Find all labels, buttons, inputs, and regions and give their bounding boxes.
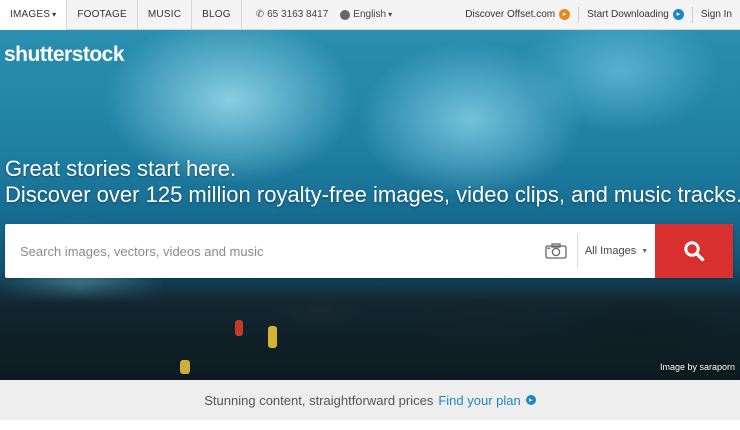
image-credit: Image by saraporn — [659, 362, 735, 372]
discover-offset-link[interactable]: Discover Offset.com ▸ — [457, 7, 578, 23]
search-type-select[interactable]: All Images ▼ — [577, 234, 655, 268]
sign-in-link[interactable]: Sign In — [691, 6, 740, 23]
reverse-image-search-button[interactable] — [535, 224, 577, 278]
start-downloading-label: Start Downloading — [587, 9, 669, 20]
hero-subheadline: Discover over 125 million royalty-free i… — [5, 182, 740, 207]
arrow-right-icon: ▸ — [525, 395, 536, 405]
nav-blog[interactable]: BLOG — [192, 0, 242, 30]
find-your-plan-link[interactable]: Find your plan ▸ — [438, 392, 536, 408]
phone-icon: ✆ — [255, 9, 265, 20]
search-button[interactable] — [655, 224, 733, 278]
top-nav: IMAGES ▾ FOOTAGE MUSIC BLOG — [0, 0, 242, 30]
pricing-text: Stunning content, straightforward prices — [204, 392, 434, 408]
pricing-strip: Stunning content, straightforward prices… — [0, 380, 740, 420]
arrow-right-icon: ▸ — [672, 9, 684, 20]
nav-blog-label: BLOG — [202, 9, 231, 20]
chevron-down-icon: ▾ — [388, 10, 393, 19]
start-downloading-link[interactable]: Start Downloading ▸ — [578, 6, 692, 23]
hero-headline: Great stories start here. — [5, 156, 237, 181]
nav-footage-label: FOOTAGE — [77, 9, 127, 20]
nav-images[interactable]: IMAGES ▾ — [0, 0, 68, 30]
shutterstock-logo[interactable]: shutterstock — [4, 43, 125, 67]
hero-background-rocks — [0, 270, 740, 380]
nav-images-label: IMAGES — [10, 9, 51, 20]
chevron-down-icon: ▼ — [641, 247, 649, 255]
page-footer-edge — [0, 420, 740, 430]
search-input[interactable] — [5, 224, 535, 278]
search-icon — [684, 241, 705, 262]
phone-contact[interactable]: ✆ 65 3163 8417 — [256, 9, 329, 20]
nav-music[interactable]: MUSIC — [138, 0, 193, 30]
find-your-plan-label: Find your plan — [438, 392, 521, 408]
camera-icon — [545, 243, 567, 259]
arrow-right-icon: ▸ — [559, 9, 571, 20]
search-bar: All Images ▼ — [5, 224, 733, 278]
nav-music-label: MUSIC — [147, 9, 182, 20]
top-bar: IMAGES ▾ FOOTAGE MUSIC BLOG ✆ 65 3163 84… — [0, 0, 740, 30]
sign-in-label: Sign In — [700, 9, 732, 20]
chevron-down-icon: ▾ — [52, 10, 57, 19]
globe-icon — [340, 9, 351, 20]
discover-offset-label: Discover Offset.com — [465, 9, 556, 20]
top-right-links: Discover Offset.com ▸ Start Downloading … — [457, 0, 740, 30]
hero-banner: shutterstock Great stories start here. D… — [0, 30, 740, 380]
phone-number: 65 3163 8417 — [267, 9, 329, 20]
climber-figure — [268, 326, 277, 348]
language-label: English — [353, 9, 387, 20]
climber-figure — [235, 320, 243, 336]
nav-footage[interactable]: FOOTAGE — [67, 0, 138, 30]
language-selector[interactable]: English ▾ — [340, 9, 392, 20]
search-type-label: All Images — [584, 245, 637, 257]
climber-figure — [180, 360, 190, 374]
